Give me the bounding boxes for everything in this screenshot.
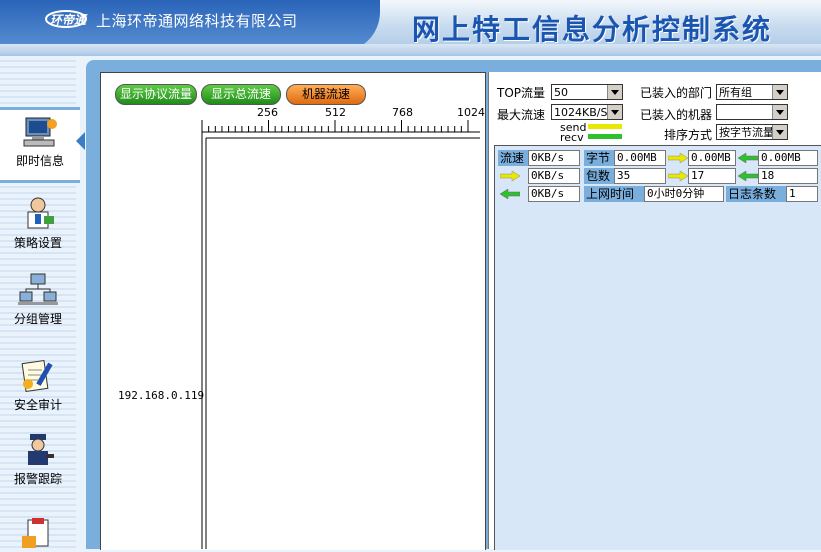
svg-text:环帝通: 环帝通 bbox=[50, 13, 88, 27]
max-speed-select[interactable]: 1024KB/S bbox=[551, 104, 623, 120]
packets-send-value: 17 bbox=[688, 168, 736, 184]
report-icon bbox=[22, 518, 49, 548]
chart-axes bbox=[201, 120, 480, 549]
legend-send-swatch bbox=[588, 124, 622, 129]
sort-method-select[interactable]: 按字节流量 bbox=[716, 124, 788, 140]
packets-recv-value: 18 bbox=[758, 168, 818, 184]
chevron-down-icon bbox=[772, 105, 787, 119]
show-total-speed-button[interactable]: 显示总流速 bbox=[201, 84, 281, 105]
nav-label-realtime-info: 即时信息 bbox=[15, 154, 64, 168]
nav-item-alarm-tracking[interactable]: 报警跟踪 bbox=[0, 428, 76, 498]
bytes-send-value: 0.00MB bbox=[688, 150, 736, 166]
log-count-value: 1 bbox=[786, 186, 818, 202]
chevron-down-icon bbox=[607, 105, 622, 119]
department-value: 所有组 bbox=[719, 86, 752, 99]
speed-recv-value: 0KB/s bbox=[528, 186, 580, 202]
log-count-label: 日志条数 bbox=[726, 186, 786, 202]
sort-method-label: 排序方式 bbox=[664, 128, 713, 142]
nav-item-more[interactable] bbox=[0, 512, 76, 552]
nav-item-security-audit[interactable]: 安全审计 bbox=[0, 354, 76, 424]
loaded-machine-label: 已装入的机器 bbox=[640, 108, 713, 122]
show-protocol-traffic-button[interactable]: 显示协议流量 bbox=[115, 84, 197, 105]
nav-label-group-management: 分组管理 bbox=[13, 312, 62, 326]
nav-label-policy-settings: 策略设置 bbox=[13, 236, 62, 250]
online-time-value: 0小时0分钟 bbox=[644, 186, 724, 202]
machine-select[interactable] bbox=[716, 104, 788, 120]
nav-item-group-management[interactable]: 分组管理 bbox=[0, 268, 76, 338]
system-title: 网上特工信息分析控制系统 bbox=[412, 13, 773, 46]
nav-item-policy-settings[interactable]: 策略设置 bbox=[0, 192, 76, 262]
ip-address-label: 192.168.0.119 bbox=[118, 389, 205, 402]
bytes-recv-value: 0.00MB bbox=[758, 150, 818, 166]
department-select[interactable]: 所有组 bbox=[716, 84, 788, 100]
chevron-down-icon bbox=[772, 85, 787, 99]
max-speed-label: 最大流速 bbox=[497, 108, 546, 122]
left-nav: 即时信息 策略设置 分组管理 安全审计 报警跟踪 bbox=[0, 56, 80, 552]
sort-method-value: 按字节流量 bbox=[719, 126, 774, 139]
send-arrow-icon bbox=[668, 171, 688, 181]
packets-value: 35 bbox=[614, 168, 666, 184]
legend-recv-swatch bbox=[588, 134, 622, 139]
send-arrow-icon bbox=[668, 153, 688, 163]
online-time-label: 上网时间 bbox=[584, 186, 644, 202]
nav-label-alarm-tracking: 报警跟踪 bbox=[13, 472, 62, 486]
packets-label: 包数 bbox=[584, 168, 614, 184]
max-speed-value: 1024KB/S bbox=[554, 106, 608, 119]
nav-item-realtime-info[interactable]: 即时信息 bbox=[0, 107, 80, 183]
header: 环帝通 上海环帝通网络科技有限公司 网上特工信息分析控制系统 bbox=[0, 0, 821, 56]
top-traffic-value: 50 bbox=[554, 86, 568, 99]
speed-send-value: 0KB/s bbox=[528, 168, 580, 184]
doctor-icon bbox=[27, 197, 54, 229]
stats-panel bbox=[494, 145, 821, 550]
loaded-department-label: 已装入的部门 bbox=[640, 86, 713, 100]
active-nav-arrow-icon bbox=[76, 132, 85, 150]
company-logo-icon: 环帝通 bbox=[45, 10, 88, 28]
speed-value: 0KB/s bbox=[528, 150, 580, 166]
monitor-icon bbox=[23, 117, 57, 147]
bytes-label: 字节 bbox=[584, 150, 614, 166]
audit-pen-icon bbox=[21, 360, 53, 392]
recv-arrow-icon bbox=[738, 153, 758, 163]
top-traffic-label: TOP流量 bbox=[497, 86, 546, 100]
network-computers-icon bbox=[18, 273, 58, 305]
chevron-down-icon bbox=[772, 125, 787, 139]
police-icon bbox=[28, 434, 54, 465]
recv-arrow-icon bbox=[738, 171, 758, 181]
legend-recv-label: recv bbox=[560, 131, 584, 144]
top-traffic-select[interactable]: 50 bbox=[551, 84, 623, 100]
scale-ticks bbox=[201, 120, 469, 132]
nav-label-security-audit: 安全审计 bbox=[13, 398, 62, 412]
send-arrow-icon bbox=[500, 171, 520, 181]
machine-speed-button[interactable]: 机器流速 bbox=[286, 84, 366, 105]
speed-label: 流速 bbox=[498, 150, 528, 166]
company-name: 上海环帝通网络科技有限公司 bbox=[96, 12, 298, 30]
bytes-value: 0.00MB bbox=[614, 150, 666, 166]
chevron-down-icon bbox=[607, 85, 622, 99]
recv-arrow-icon bbox=[500, 189, 520, 199]
